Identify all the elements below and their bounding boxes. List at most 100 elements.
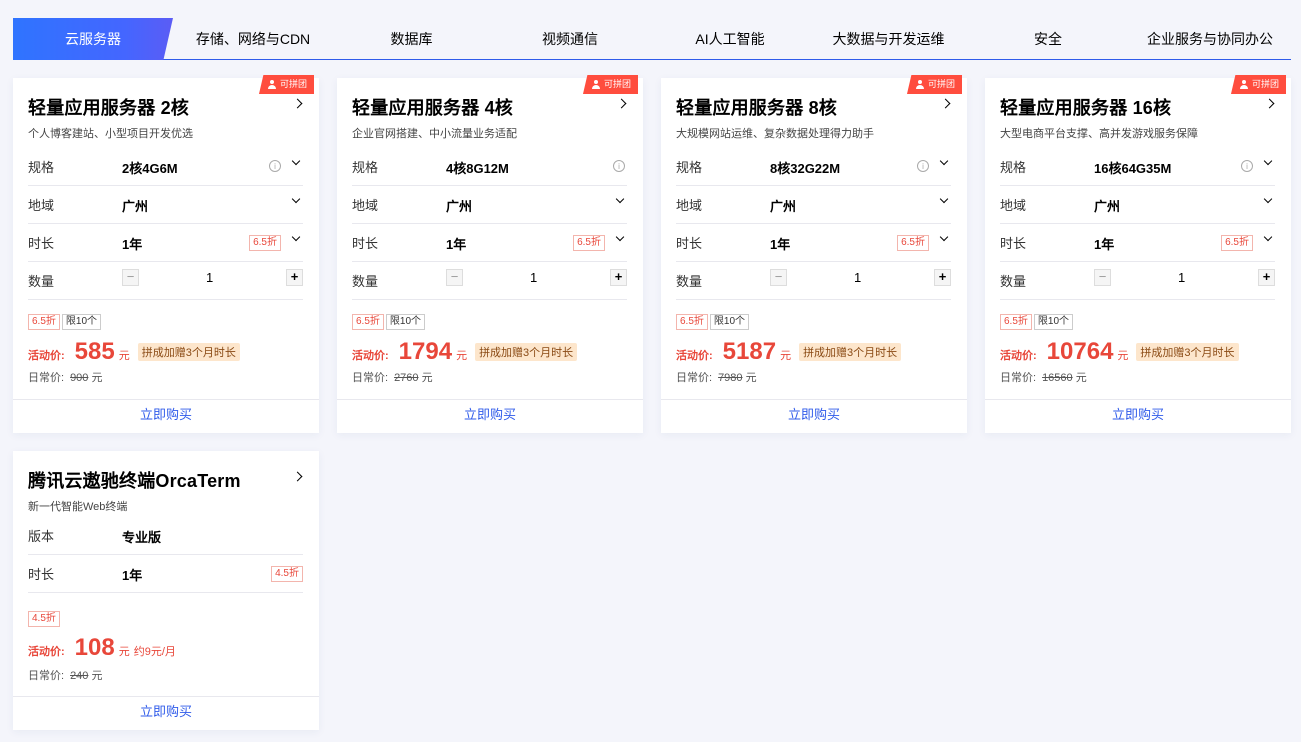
spec-label: 规格 [676,160,703,175]
tab-enterprise-services[interactable]: 企业服务与协同办公 [1129,18,1291,60]
chevron-right-icon[interactable] [292,471,303,482]
chevron-right-icon[interactable] [1264,98,1275,109]
spec-row[interactable]: 规格 16核64G35M i [1000,148,1275,186]
info-icon[interactable]: i [1241,160,1253,172]
quantity-stepper[interactable]: − 1 + [446,269,627,287]
quantity-stepper[interactable]: − 1 + [122,269,303,287]
decrement-button[interactable]: − [1094,269,1111,286]
spec-value: 8核32G22M [770,161,841,176]
chevron-right-icon[interactable] [292,98,303,109]
quantity-row: 数量 − 1 + [28,262,303,300]
duration-row: 时长 1年 4.5折 [28,555,303,593]
limit-tag: 限10个 [709,314,750,330]
quantity-stepper[interactable]: − 1 + [1094,269,1275,287]
chevron-down-icon[interactable] [1263,194,1273,204]
region-row[interactable]: 地域 广州 [676,186,951,224]
buy-now-button[interactable]: 立即购买 [985,399,1291,433]
quantity-stepper[interactable]: − 1 + [770,269,951,287]
decrement-button[interactable]: − [446,269,463,286]
chevron-down-icon[interactable] [939,194,949,204]
chevron-down-icon[interactable] [1263,156,1273,166]
quantity-value[interactable]: 1 [530,270,537,285]
tab-ai[interactable]: AI人工智能 [650,18,810,60]
info-icon[interactable]: i [269,160,281,172]
region-label: 地域 [676,198,703,213]
chevron-down-icon[interactable] [291,156,301,166]
activity-price-label: 活动价: [1000,350,1037,362]
increment-button[interactable]: + [286,269,303,286]
product-card-4core: 可拼团 轻量应用服务器 4核 企业官网搭建、中小流量业务适配 规格 4核8G12… [337,75,643,433]
duration-label: 时长 [352,236,379,251]
region-label: 地域 [1000,198,1027,213]
decrement-button[interactable]: − [122,269,139,286]
group-icon [267,80,277,89]
discount-tag: 6.5折 [676,314,708,330]
promo-tag: 拼成加赠3个月时长 [475,343,578,361]
duration-discount-tag: 4.5折 [271,566,303,582]
duration-row[interactable]: 时长 1年 6.5折 [28,224,303,262]
activity-price-label: 活动价: [676,350,713,362]
tab-security[interactable]: 安全 [967,18,1129,60]
info-icon[interactable]: i [917,160,929,172]
buy-now-button[interactable]: 立即购买 [13,399,319,433]
quantity-value[interactable]: 1 [1178,270,1185,285]
quantity-row: 数量 − 1 + [1000,262,1275,300]
quantity-label: 数量 [352,274,379,289]
info-icon[interactable]: i [613,160,625,172]
quantity-value[interactable]: 1 [854,270,861,285]
quantity-value[interactable]: 1 [206,270,213,285]
duration-row[interactable]: 时长 1年 6.5折 [1000,224,1275,262]
tab-database[interactable]: 数据库 [333,18,490,60]
buy-now-button[interactable]: 立即购买 [13,696,319,730]
increment-button[interactable]: + [610,269,627,286]
region-row[interactable]: 地域 广州 [1000,186,1275,224]
regular-price-value: 7980 [718,372,743,384]
price-unit: 元 [456,350,468,362]
group-icon [591,80,601,89]
price-unit: 元 [780,350,792,362]
group-buy-badge-label: 可拼团 [1251,79,1279,89]
chevron-down-icon[interactable] [291,194,301,204]
product-card-8core: 可拼团 轻量应用服务器 8核 大规模网站运维、复杂数据处理得力助手 规格 8核3… [661,75,967,433]
chevron-down-icon[interactable] [939,232,949,242]
tab-bigdata-devops[interactable]: 大数据与开发运维 [810,18,967,60]
price-value: 1794 [398,338,453,365]
tag-group: 6.5折 限10个 [28,311,103,330]
region-row[interactable]: 地域 广州 [28,186,303,224]
chevron-right-icon[interactable] [940,98,951,109]
group-buy-badge-label: 可拼团 [279,79,307,89]
increment-button[interactable]: + [1258,269,1275,286]
activity-price-label: 活动价: [28,646,65,658]
spec-row[interactable]: 规格 4核8G12M i [352,148,627,186]
chevron-down-icon[interactable] [291,232,301,242]
card-subtitle: 企业官网搭建、中小流量业务适配 [352,128,517,140]
chevron-down-icon[interactable] [1263,232,1273,242]
tab-video-communication[interactable]: 视频通信 [490,18,650,60]
duration-row[interactable]: 时长 1年 6.5折 [676,224,951,262]
spec-value: 4核8G12M [446,161,509,176]
edition-row: 版本 专业版 [28,517,303,555]
group-buy-badge-label: 可拼团 [603,79,631,89]
decrement-button[interactable]: − [770,269,787,286]
tag-group: 6.5折 限10个 [676,311,751,330]
chevron-right-icon[interactable] [616,98,627,109]
card-title: 腾讯云遨驰终端OrcaTerm [28,471,241,491]
buy-now-button[interactable]: 立即购买 [661,399,967,433]
tab-cloud-server[interactable]: 云服务器 [13,18,173,60]
buy-now-button[interactable]: 立即购买 [337,399,643,433]
duration-value: 1年 [446,237,467,252]
tab-storage-network-cdn[interactable]: 存储、网络与CDN [173,18,333,60]
increment-button[interactable]: + [934,269,951,286]
chevron-down-icon[interactable] [615,232,625,242]
activity-price-label: 活动价: [352,350,389,362]
region-value: 广州 [1094,199,1121,214]
regular-price: 日常价: 16560 元 [1000,369,1087,385]
spec-row[interactable]: 规格 8核32G22M i [676,148,951,186]
spec-row[interactable]: 规格 2核4G6M i [28,148,303,186]
chevron-down-icon[interactable] [939,156,949,166]
region-row[interactable]: 地域 广州 [352,186,627,224]
spec-label: 规格 [1000,160,1027,175]
chevron-down-icon[interactable] [615,194,625,204]
regular-price-label: 日常价: [1000,372,1037,384]
duration-row[interactable]: 时长 1年 6.5折 [352,224,627,262]
